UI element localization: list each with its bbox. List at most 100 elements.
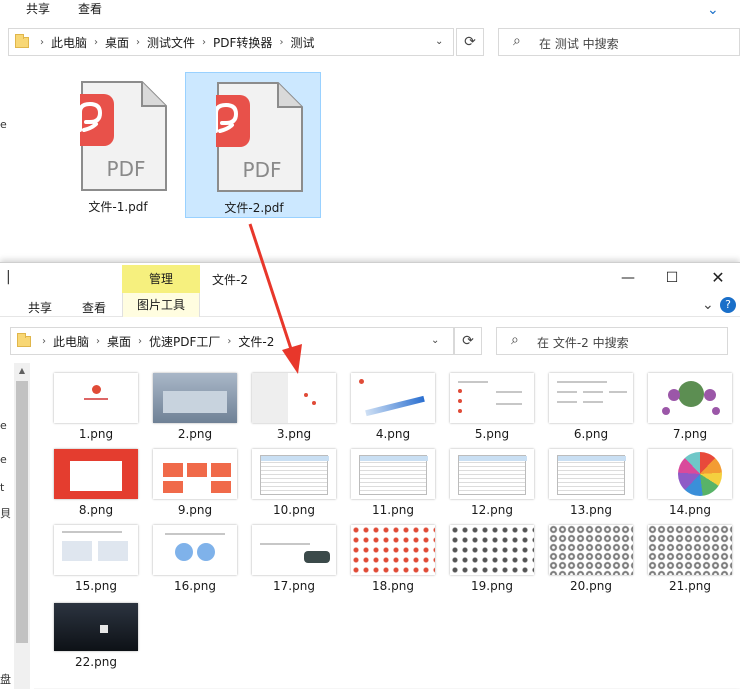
foreground-explorer-window: | 管理 文件-2 — ☐ ✕ 共享 查看 图片工具 ⌄ ? › 此电脑 › 桌…: [0, 262, 740, 689]
file-name-label: 21.png: [669, 579, 711, 593]
search-placeholder: 在 测试 中搜索: [539, 37, 619, 51]
thumbnail: [153, 525, 237, 575]
file-name-label: 文件-2.pdf: [224, 201, 284, 215]
nav-pane-fragment: e: [0, 419, 7, 432]
image-file-item[interactable]: 4.png: [347, 373, 437, 443]
thumbnail: [549, 449, 633, 499]
address-bar[interactable]: › 此电脑 › 桌面 › 优速PDF工厂 › 文件-2 ⌄: [10, 327, 454, 355]
thumbnail: [450, 373, 534, 423]
file-name-label: 2.png: [177, 427, 213, 441]
image-file-item[interactable]: 17.png: [248, 525, 338, 595]
ribbon-expand-icon[interactable]: ⌄: [707, 2, 719, 18]
image-file-item[interactable]: 14.png: [644, 449, 734, 519]
tab-picture-tools[interactable]: 图片工具: [122, 293, 200, 317]
window-edge-fragment: |: [6, 269, 11, 285]
thumbnail: [648, 525, 732, 575]
search-input[interactable]: ⌕ 在 文件-2 中搜索: [496, 327, 728, 355]
image-file-item[interactable]: 21.png: [644, 525, 734, 595]
file-name-label: 12.png: [471, 503, 513, 517]
chevron-right-icon: ›: [138, 335, 143, 347]
chevron-right-icon: ›: [227, 335, 232, 347]
breadcrumb-desktop[interactable]: 桌面: [103, 333, 135, 350]
image-file-item[interactable]: 16.png: [149, 525, 239, 595]
svg-text:PDF: PDF: [243, 158, 282, 182]
thumbnail: [351, 449, 435, 499]
thumbnail: [351, 373, 435, 423]
tab-share[interactable]: 共享: [28, 299, 52, 316]
image-file-item[interactable]: 19.png: [446, 525, 536, 595]
image-file-item[interactable]: 20.png: [545, 525, 635, 595]
pdf-file-item-selected[interactable]: PDF 文件-2.pdf: [185, 72, 321, 218]
image-file-item[interactable]: 10.png: [248, 449, 338, 519]
pdf-file-icon: PDF: [80, 81, 167, 191]
thumbnail: [54, 525, 138, 575]
minimize-icon[interactable]: —: [608, 267, 648, 289]
file-name-label: 3.png: [276, 427, 312, 441]
navigation-scrollbar[interactable]: ▲: [14, 363, 30, 689]
file-name-label: 13.png: [570, 503, 612, 517]
thumbnail: [351, 525, 435, 575]
address-bar[interactable]: › 此电脑 › 桌面 › 测试文件 › PDF转换器 › 测试 ⌄: [8, 28, 454, 56]
help-icon[interactable]: ?: [720, 297, 736, 313]
file-name-label: 8.png: [78, 503, 114, 517]
image-file-item[interactable]: 5.png: [446, 373, 536, 443]
image-file-item[interactable]: 13.png: [545, 449, 635, 519]
thumbnail: [54, 603, 138, 651]
image-file-item[interactable]: 3.png: [248, 373, 338, 443]
thumbnail: [54, 449, 138, 499]
image-file-item[interactable]: 18.png: [347, 525, 437, 595]
close-icon[interactable]: ✕: [698, 267, 738, 289]
breadcrumb-file-2[interactable]: 文件-2: [234, 333, 278, 350]
thumbnail: [450, 449, 534, 499]
chevron-right-icon: ›: [42, 335, 46, 347]
image-file-item[interactable]: 11.png: [347, 449, 437, 519]
tab-manage[interactable]: 管理: [122, 265, 200, 293]
breadcrumb-desktop[interactable]: 桌面: [101, 34, 133, 51]
image-file-item[interactable]: 8.png: [50, 449, 140, 519]
image-file-item[interactable]: 22.png: [50, 601, 140, 675]
breadcrumb-test-files[interactable]: 测试文件: [143, 34, 199, 51]
breadcrumb-test[interactable]: 测试: [286, 34, 318, 51]
refresh-button[interactable]: ⟳: [456, 28, 484, 56]
chevron-right-icon: ›: [279, 36, 284, 48]
chevron-right-icon: ›: [136, 36, 141, 48]
pdf-file-icon: PDF: [216, 82, 303, 192]
scroll-thumb[interactable]: [16, 381, 28, 643]
file-name-label: 11.png: [372, 503, 414, 517]
address-history-chevron-icon[interactable]: ⌄: [435, 36, 443, 47]
tab-view[interactable]: 查看: [78, 0, 102, 17]
refresh-button[interactable]: ⟳: [454, 327, 482, 355]
image-file-item[interactable]: 2.png: [149, 373, 239, 443]
nav-pane-fragment: 貝: [0, 507, 11, 520]
tab-share[interactable]: 共享: [26, 0, 50, 17]
image-file-item[interactable]: 15.png: [50, 525, 140, 595]
thumbnail: [252, 525, 336, 575]
nav-pane-fragment: t: [0, 481, 5, 494]
image-file-item[interactable]: 6.png: [545, 373, 635, 443]
chevron-right-icon: ›: [40, 36, 44, 48]
nav-pane-fragment: e: [0, 453, 7, 466]
chevron-right-icon: ›: [96, 335, 101, 347]
file-name-label: 9.png: [177, 503, 213, 517]
address-history-chevron-icon[interactable]: ⌄: [431, 335, 439, 346]
file-name-label: 1.png: [78, 427, 114, 441]
breadcrumb-pdf-factory[interactable]: 优速PDF工厂: [145, 333, 224, 350]
breadcrumb-this-pc[interactable]: 此电脑: [49, 333, 93, 350]
image-file-item[interactable]: 1.png: [50, 373, 140, 443]
scroll-up-icon[interactable]: ▲: [14, 363, 30, 379]
breadcrumb-pdf-converter[interactable]: PDF转换器: [209, 34, 276, 51]
image-file-item[interactable]: 9.png: [149, 449, 239, 519]
maximize-icon[interactable]: ☐: [652, 267, 692, 289]
search-input[interactable]: ⌕ 在 测试 中搜索: [498, 28, 740, 56]
title-bar[interactable]: | 管理 文件-2 — ☐ ✕: [0, 263, 740, 293]
file-name-label: 15.png: [75, 579, 117, 593]
pdf-file-item[interactable]: PDF 文件-1.pdf: [50, 72, 186, 218]
image-file-item[interactable]: 12.png: [446, 449, 536, 519]
image-file-item[interactable]: 7.png: [644, 373, 734, 443]
svg-text:PDF: PDF: [107, 157, 146, 181]
thumbnail: [450, 525, 534, 575]
file-name-label: 22.png: [75, 655, 117, 669]
breadcrumb-this-pc[interactable]: 此电脑: [47, 34, 91, 51]
ribbon-expand-icon[interactable]: ⌄: [702, 297, 714, 313]
tab-view[interactable]: 查看: [82, 299, 106, 316]
